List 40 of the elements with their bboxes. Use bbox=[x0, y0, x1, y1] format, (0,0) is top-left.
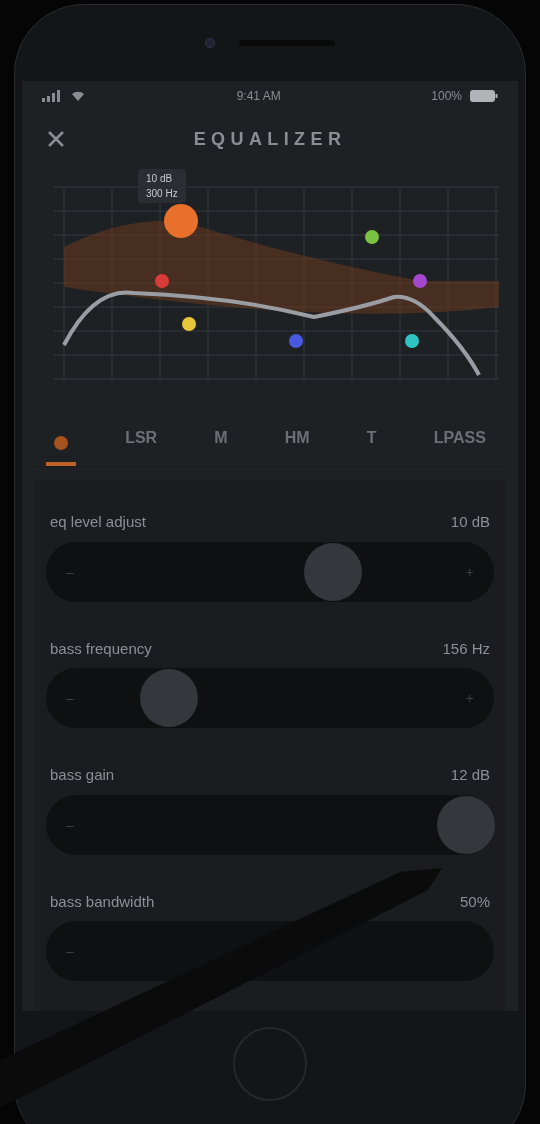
close-icon bbox=[46, 129, 66, 149]
tooltip-gain: 10 dB bbox=[146, 172, 174, 186]
tooltip-frequency: 300 Hz bbox=[146, 187, 178, 201]
slider-reading: 12 dB bbox=[450, 765, 490, 785]
band-tab[interactable]: LPASS bbox=[425, 426, 494, 466]
band-tab[interactable]: M bbox=[206, 426, 236, 466]
band-tab[interactable]: T bbox=[358, 426, 385, 466]
slider-label: eq level adjust bbox=[50, 512, 146, 532]
battery-icon bbox=[470, 90, 498, 102]
slider-label: bass gain bbox=[50, 765, 115, 785]
camera-icon bbox=[205, 38, 215, 48]
status-time: 9:41 AM bbox=[236, 88, 281, 105]
signal-icon bbox=[42, 90, 86, 102]
slider-reading: 156 Hz bbox=[442, 638, 490, 659]
plus-label: + bbox=[465, 689, 474, 708]
band-tab[interactable]: LSR bbox=[117, 426, 166, 466]
band-handle[interactable] bbox=[365, 230, 379, 244]
slider-reading: 50% bbox=[459, 891, 490, 912]
band-dot-tab[interactable] bbox=[46, 436, 76, 466]
band-handle[interactable] bbox=[413, 274, 427, 288]
band-handle[interactable] bbox=[155, 274, 169, 288]
slider-reading: 10 dB bbox=[450, 512, 490, 532]
minus-label: – bbox=[66, 942, 74, 961]
slider-track[interactable]: – + bbox=[46, 541, 494, 602]
battery-percent: 100% bbox=[431, 88, 462, 105]
slider-track[interactable]: – + bbox=[46, 668, 494, 728]
band-handle[interactable] bbox=[405, 334, 419, 348]
minus-label: – bbox=[66, 562, 74, 582]
band-handle[interactable] bbox=[182, 317, 196, 331]
band-tab[interactable]: HM bbox=[276, 426, 318, 466]
slider-label: bass frequency bbox=[50, 638, 152, 659]
slider-track[interactable]: – bbox=[46, 794, 494, 855]
minus-label: – bbox=[66, 815, 74, 835]
band-handle[interactable] bbox=[289, 334, 303, 348]
close-button[interactable] bbox=[46, 129, 66, 149]
band-handle[interactable] bbox=[164, 204, 198, 238]
minus-label: – bbox=[66, 689, 74, 708]
plus-label: + bbox=[465, 562, 474, 582]
screen-title: EQUALIZER bbox=[193, 127, 347, 151]
slider-label: bass bandwidth bbox=[50, 891, 155, 912]
